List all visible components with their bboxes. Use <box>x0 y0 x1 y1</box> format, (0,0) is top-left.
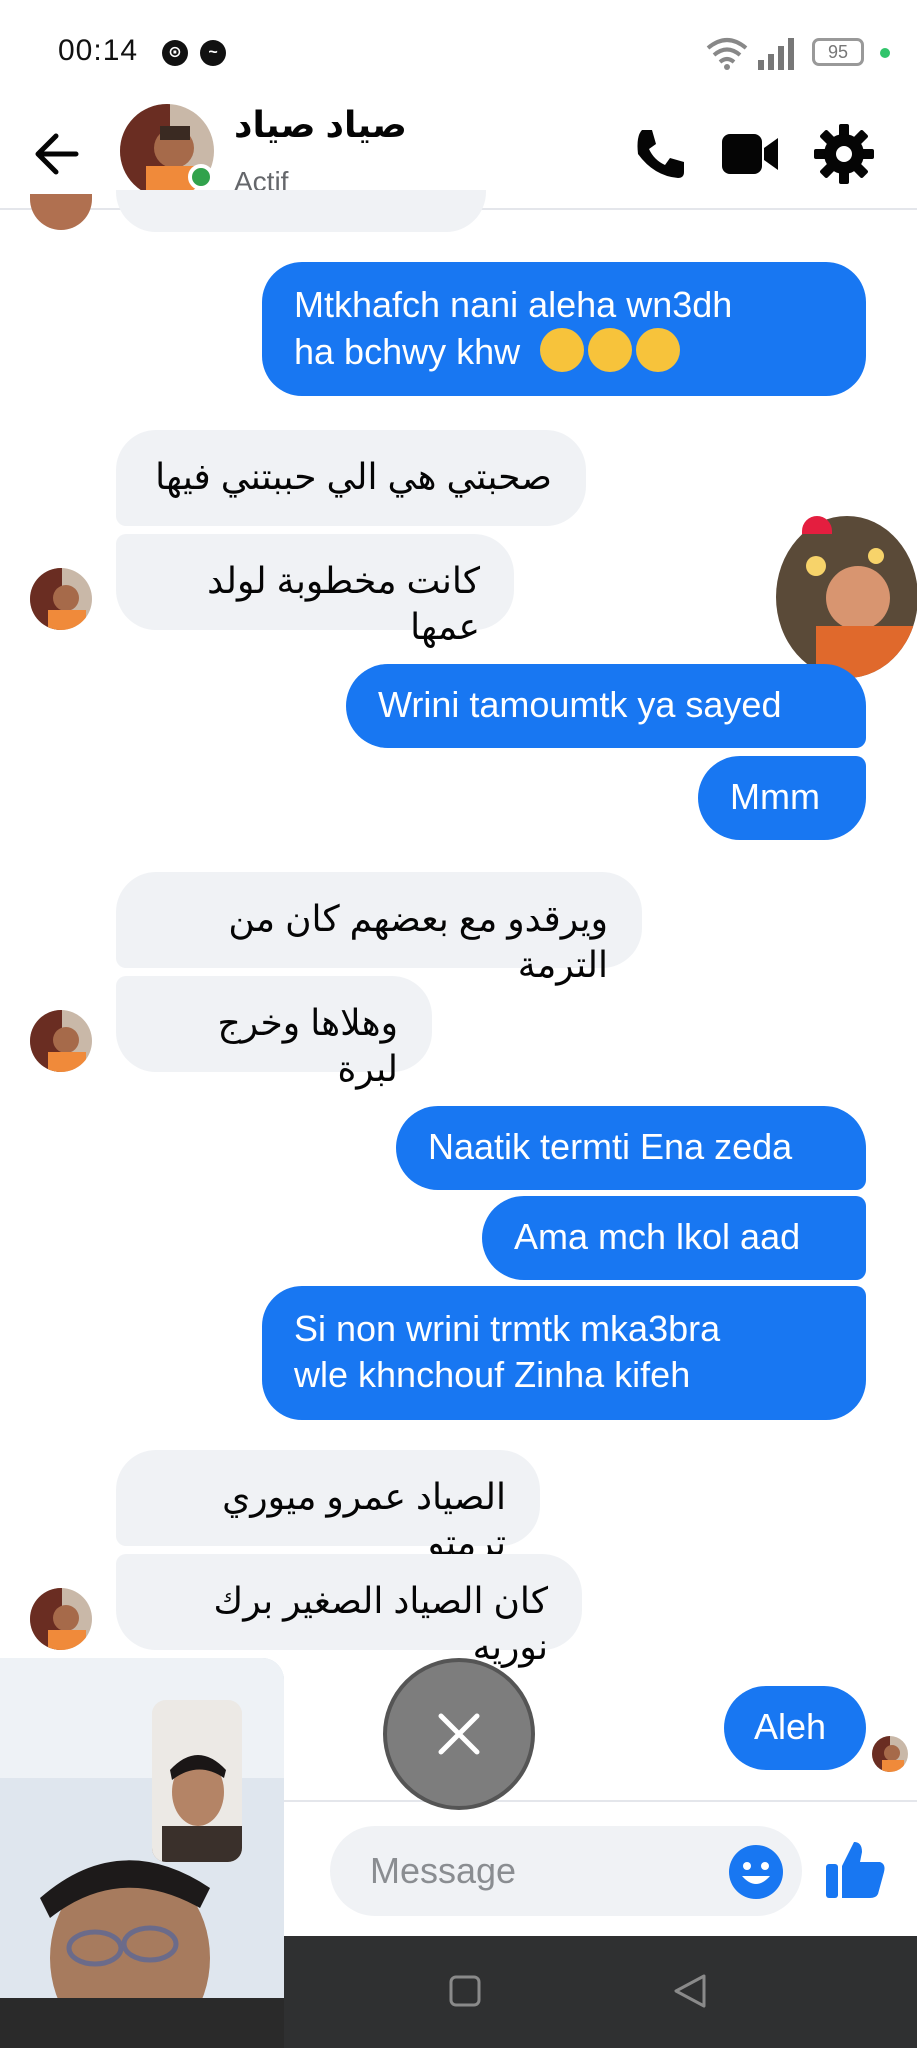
online-status-dot <box>188 164 214 190</box>
message-text-line-with-emoji: ha bchwy khw <box>294 328 834 375</box>
status-bar: 00:14 ⊙ ~ 95 <box>0 0 917 100</box>
message-text: صحبتي هي الي حببتني فيها <box>155 456 552 497</box>
incoming-message-bubble[interactable]: كانت مخطوبة لولد عمها <box>116 534 514 647</box>
message-text: ويرقدو مع بعضهم كان من الترمة <box>228 898 608 985</box>
contact-avatar-small <box>30 194 92 230</box>
incoming-message-bubble[interactable]: كان الصياد الصغير برك نوريه <box>116 1554 582 1667</box>
privacy-indicator-dot <box>880 48 890 58</box>
outgoing-message-bubble[interactable]: Mmm <box>698 756 866 840</box>
home-button-icon[interactable] <box>448 1974 482 2008</box>
battery-icon: 95 <box>812 38 864 66</box>
smirk-emoji-icon <box>540 328 585 372</box>
settings-gear-icon[interactable] <box>812 122 876 186</box>
wifi-icon <box>706 38 748 70</box>
incoming-message-bubble[interactable]: الصياد عمرو ميوري ترمتو <box>116 1450 540 1563</box>
outgoing-message-bubble[interactable]: Mtkhafch nani aleha wn3dh ha bchwy khw <box>262 262 866 396</box>
chat-head-bubble[interactable] <box>776 516 917 678</box>
contact-avatar-small <box>30 1010 92 1072</box>
messenger-icon: ~ <box>200 40 226 66</box>
back-triangle-icon[interactable] <box>672 1972 708 2010</box>
outgoing-message-bubble[interactable]: Wrini tamoumtk ya sayed <box>346 664 866 748</box>
outgoing-message-bubble[interactable]: Si non wrini trmtk mka3bra wle khnchouf … <box>262 1286 866 1420</box>
seen-receipt-avatar <box>872 1736 908 1772</box>
message-text-line: wle khnchouf Zinha kifeh <box>294 1354 691 1395</box>
message-text-line: Si non wrini trmtk mka3bra <box>294 1308 721 1349</box>
video-call-icon[interactable] <box>718 122 782 186</box>
outgoing-message-bubble[interactable]: Aleh <box>724 1686 866 1770</box>
outgoing-message-bubble[interactable]: Naatik termti Ena zeda <box>396 1106 866 1190</box>
close-call-overlay-button[interactable] <box>383 1658 535 1810</box>
contact-avatar-small <box>30 1588 92 1650</box>
contact-avatar-small <box>30 568 92 630</box>
message-text: Ama mch lkol aad <box>514 1216 801 1257</box>
message-text: Wrini tamoumtk ya sayed <box>378 684 782 725</box>
message-text: Naatik termti Ena zeda <box>428 1126 793 1167</box>
message-text: الصياد عمرو ميوري ترمتو <box>222 1476 506 1563</box>
contact-name[interactable]: صياد صياد <box>234 104 407 146</box>
close-x-icon <box>438 1713 480 1755</box>
incoming-message-bubble[interactable]: ويرقدو مع بعضهم كان من الترمة <box>116 872 642 985</box>
back-arrow-icon[interactable] <box>28 124 88 184</box>
message-text: كان الصياد الصغير برك نوريه <box>213 1580 548 1667</box>
thumbs-up-like-icon[interactable] <box>822 1836 888 1902</box>
pleading-emoji-icon <box>636 328 681 372</box>
incoming-message-bubble[interactable]: وهلاها وخرج لبرة <box>116 976 432 1089</box>
message-text: Mmm <box>730 776 820 817</box>
self-video-thumbnail[interactable] <box>152 1700 242 1862</box>
smirk-emoji-icon <box>588 328 633 372</box>
incoming-message-bubble[interactable]: صحبتي هي الي حببتني فيها <box>116 430 586 526</box>
phone-call-icon[interactable] <box>628 122 692 186</box>
message-bubble-partial[interactable] <box>116 190 486 232</box>
messenger-notification-icon: ⊙ <box>162 40 188 66</box>
message-text-line: Mtkhafch nani aleha wn3dh <box>294 284 733 325</box>
emoji-icon[interactable] <box>728 1844 784 1900</box>
status-time: 00:14 <box>58 34 139 67</box>
video-call-preview[interactable] <box>0 1658 284 2048</box>
message-text: وهلاها وخرج لبرة <box>217 1002 398 1089</box>
message-text: كانت مخطوبة لولد عمها <box>207 560 480 647</box>
outgoing-message-bubble[interactable]: Ama mch lkol aad <box>482 1196 866 1280</box>
signal-icon <box>758 38 794 70</box>
message-text: Aleh <box>754 1706 827 1747</box>
